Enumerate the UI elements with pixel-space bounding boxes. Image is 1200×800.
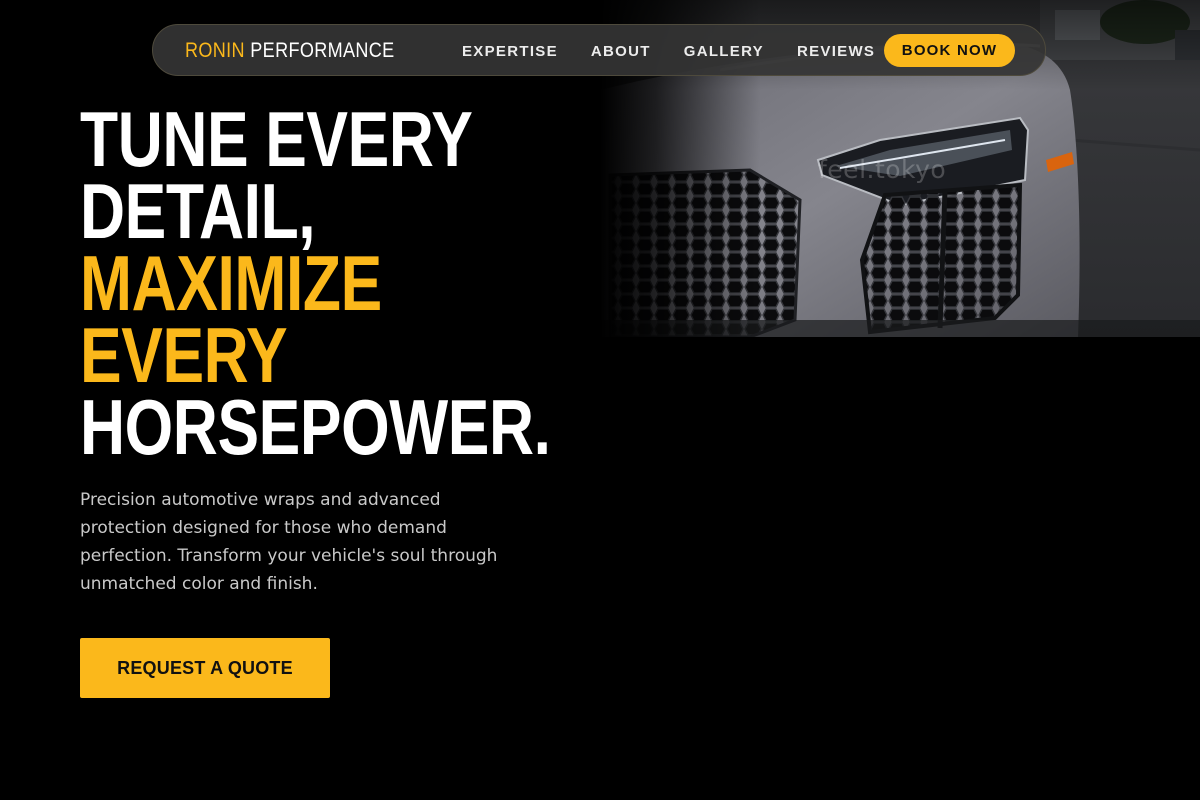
brand-logo[interactable]: RONIN PERFORMANCE — [185, 38, 395, 64]
request-quote-button[interactable]: REQUEST A QUOTE — [80, 638, 330, 698]
nav-link-expertise[interactable]: EXPERTISE — [462, 43, 558, 60]
nav-link-about[interactable]: ABOUT — [591, 43, 651, 60]
nav-link-reviews[interactable]: REVIEWS — [797, 43, 875, 60]
brand-name-part1: RONIN — [185, 39, 245, 62]
headline-line-1: TUNE EVERY — [80, 95, 473, 183]
headline-line-3: MAXIMIZE — [80, 239, 382, 327]
headline-line-5: HORSEPOWER. — [80, 383, 551, 471]
headline-line-4: EVERY — [80, 311, 288, 399]
hero-headline: TUNE EVERY DETAIL, MAXIMIZE EVERY HORSEP… — [80, 95, 551, 471]
nav-links: EXPERTISE ABOUT GALLERY REVIEWS — [462, 25, 908, 77]
image-watermark: feel.tokyo — [818, 155, 947, 184]
brand-name-part2: PERFORMANCE — [250, 39, 395, 62]
book-now-button[interactable]: BOOK NOW — [884, 34, 1015, 67]
navbar: RONIN PERFORMANCE EXPERTISE ABOUT GALLER… — [152, 24, 1046, 76]
nav-link-gallery[interactable]: GALLERY — [684, 43, 764, 60]
headline-line-2: DETAIL, — [80, 167, 316, 255]
page: feel.tokyo RONIN PERFORMANCE EXPERTISE A… — [0, 0, 1200, 800]
hero-description: Precision automotive wraps and advanced … — [80, 490, 498, 594]
